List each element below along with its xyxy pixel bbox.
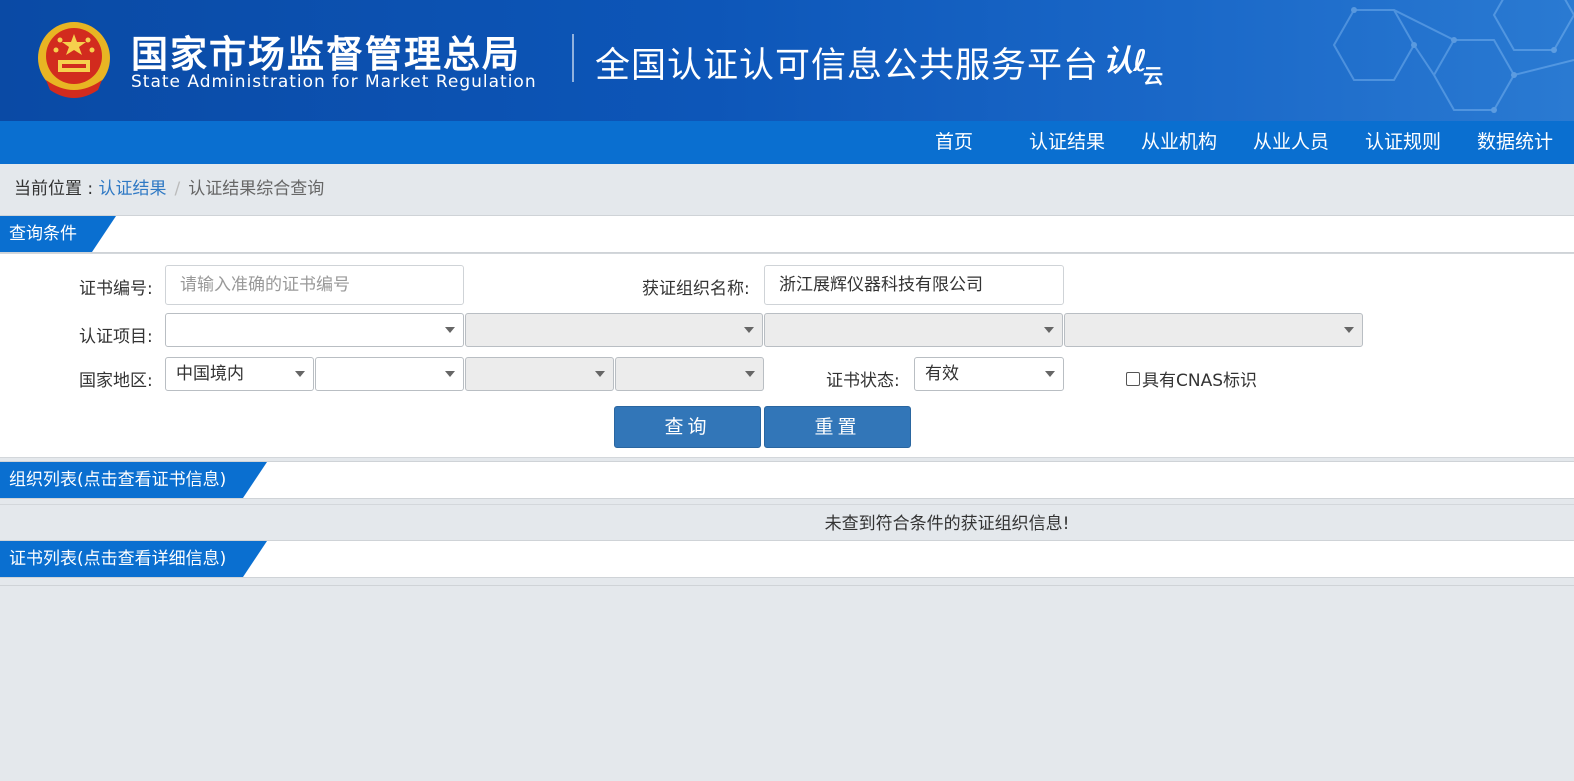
chevron-down-icon	[1045, 371, 1055, 377]
region-select-value: 中国境内	[176, 364, 244, 384]
breadcrumb-current: 认证结果综合查询	[188, 179, 325, 199]
project-select-2[interactable]	[465, 313, 763, 347]
cert-no-input[interactable]: 请输入准确的证书编号	[165, 265, 464, 305]
cert-list-section-header: 证书列表(点击查看详细信息)	[0, 540, 1574, 578]
national-emblem-icon	[38, 22, 110, 98]
breadcrumb: 当前位置 : 认证结果 / 认证结果综合查询	[14, 174, 324, 199]
project-select-4[interactable]	[1064, 313, 1363, 347]
chevron-down-icon	[1044, 327, 1054, 333]
cnas-checkbox[interactable]	[1126, 372, 1140, 386]
nav-cert-rules[interactable]: 认证规则	[1365, 121, 1441, 164]
nav-statistics[interactable]: 数据统计	[1477, 121, 1553, 164]
status-select-value: 有效	[925, 364, 959, 384]
cert-no-label: 证书编号:	[79, 279, 153, 299]
header-banner: 国家市场监督管理总局 State Administration for Mark…	[0, 0, 1574, 121]
search-button[interactable]: 查询	[614, 406, 761, 448]
logo-main-text: 认	[1103, 44, 1133, 79]
cert-list-section-title: 证书列表(点击查看详细信息)	[0, 541, 267, 577]
logo-sub-text: 云	[1143, 64, 1164, 88]
chevron-down-icon	[295, 371, 305, 377]
org-name-label: 获证组织名称:	[642, 279, 750, 299]
renzheng-cloud-logo: 认ℓ云	[1103, 36, 1167, 88]
platform-title: 全国认证认可信息公共服务平台	[595, 46, 1100, 86]
header-divider	[572, 34, 574, 82]
org-list-section-title: 组织列表(点击查看证书信息)	[0, 462, 267, 498]
nav-cert-results[interactable]: 认证结果	[1029, 121, 1105, 164]
breadcrumb-prefix: 当前位置 :	[14, 179, 99, 199]
org-name-cn: 国家市场监督管理总局	[131, 33, 521, 76]
cnas-checkbox-wrap[interactable]: 具有CNAS标识	[1126, 366, 1257, 391]
chevron-down-icon	[745, 371, 755, 377]
chevron-down-icon	[1344, 327, 1354, 333]
nav-personnel[interactable]: 从业人员	[1253, 121, 1329, 164]
region-select-country[interactable]: 中国境内	[165, 357, 314, 391]
cnas-checkbox-label: 具有CNAS标识	[1142, 371, 1258, 391]
org-name-input[interactable]: 浙江展辉仪器科技有限公司	[764, 265, 1064, 305]
chevron-down-icon	[445, 327, 455, 333]
region-select-district[interactable]	[615, 357, 764, 391]
org-list-empty-text: 未查到符合条件的获证组织信息!	[824, 514, 1070, 534]
nav-home[interactable]: 首页	[935, 121, 973, 164]
chevron-down-icon	[445, 371, 455, 377]
project-label: 认证项目:	[79, 327, 153, 347]
status-select[interactable]: 有效	[914, 357, 1064, 391]
breadcrumb-link[interactable]: 认证结果	[99, 179, 167, 199]
cert-list-divider	[0, 585, 1574, 586]
region-select-province[interactable]	[315, 357, 464, 391]
region-select-city[interactable]	[465, 357, 614, 391]
reset-button[interactable]: 重置	[764, 406, 911, 448]
region-label: 国家地区:	[79, 371, 153, 391]
nav-institutions[interactable]: 从业机构	[1141, 121, 1217, 164]
breadcrumb-separator: /	[174, 179, 181, 199]
status-label: 证书状态:	[826, 371, 900, 391]
query-section-title: 查询条件	[0, 216, 116, 252]
org-list-empty-message: 未查到符合条件的获证组织信息!	[0, 509, 1574, 534]
main-nav: 首页 认证结果 从业机构 从业人员 认证规则 数据统计	[0, 121, 1574, 164]
chevron-down-icon	[595, 371, 605, 377]
org-list-section-header: 组织列表(点击查看证书信息)	[0, 461, 1574, 499]
project-select-3[interactable]	[764, 313, 1063, 347]
chevron-down-icon	[744, 327, 754, 333]
org-name-en: State Administration for Market Regulati…	[131, 72, 537, 92]
query-section-header: 查询条件	[0, 215, 1574, 253]
project-select-1[interactable]	[165, 313, 464, 347]
